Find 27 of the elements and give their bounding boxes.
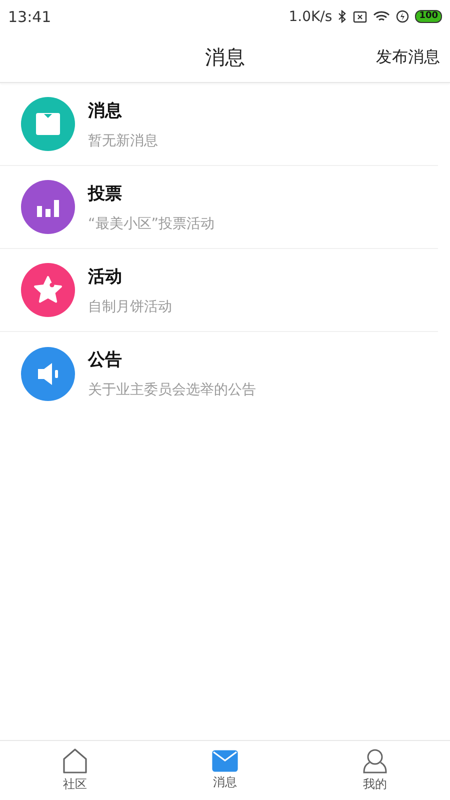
row-subtitle: “最美小区”投票活动 <box>88 214 215 232</box>
message-row[interactable]: 消息 暂无新消息 <box>0 83 438 166</box>
publish-button[interactable]: 发布消息 <box>376 47 440 68</box>
row-subtitle: 关于业主委员会选举的公告 <box>88 381 256 399</box>
row-title: 活动 <box>88 266 123 288</box>
message-row[interactable]: 投票 “最美小区”投票活动 <box>0 166 438 249</box>
row-title: 投票 <box>88 182 123 204</box>
network-speed: 1.0K/s <box>288 8 332 24</box>
message-row[interactable]: 活动 自制月饼活动 <box>0 249 438 332</box>
wifi-icon <box>373 10 390 23</box>
clock: 13:41 <box>8 8 52 26</box>
page-title: 消息 <box>205 44 245 71</box>
nav-tab[interactable]: 消息 <box>150 741 300 800</box>
charging-icon <box>396 10 410 23</box>
row-title: 公告 <box>88 349 123 371</box>
user-icon <box>362 748 388 774</box>
row-title: 消息 <box>88 100 123 122</box>
message-row[interactable]: 公告 关于业主委员会选举的公告 <box>0 332 438 415</box>
row-subtitle: 暂无新消息 <box>88 132 158 150</box>
sim-icon <box>353 10 368 22</box>
row-subtitle: 自制月饼活动 <box>88 298 172 316</box>
home-icon <box>62 748 88 774</box>
mail-icon <box>212 750 238 772</box>
nav-tab[interactable]: 我的 <box>300 741 450 800</box>
bluetooth-icon <box>338 10 348 23</box>
nav-tab[interactable]: 社区 <box>0 741 150 800</box>
battery-level: 100 <box>415 10 442 23</box>
